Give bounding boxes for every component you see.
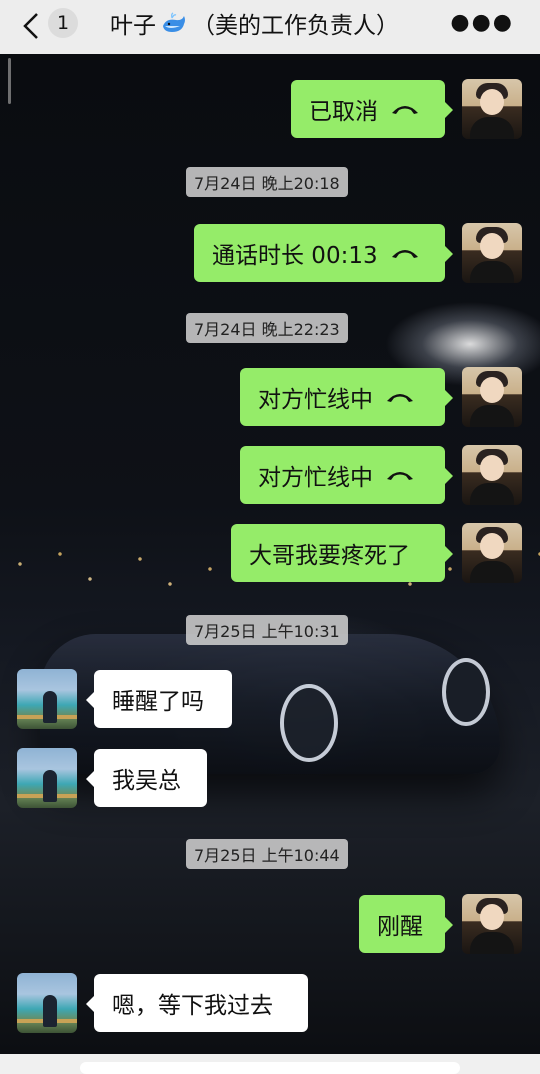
phone-hangup-icon (391, 250, 418, 258)
message-text: 嗯，等下我过去 (112, 993, 273, 1019)
avatar-self[interactable] (462, 367, 522, 427)
message-bubble-contact[interactable]: 睡醒了吗 (86, 670, 232, 728)
message-bubble-contact[interactable]: 我吴总 (86, 749, 207, 807)
message-text: 对方忙线中 (258, 387, 373, 413)
message-text: 通话时长 00:13 (212, 243, 378, 269)
phone-hangup-icon (387, 472, 413, 480)
message-text: 大哥我要疼死了 (249, 543, 410, 569)
ellipsis-icon[interactable]: ●●● (450, 10, 514, 35)
message-text: 已取消 (309, 99, 378, 125)
message-bubble-self[interactable]: 已取消 (291, 80, 453, 138)
chat-title: 叶子 （美的工作负责人） (110, 6, 399, 40)
avatar-self[interactable] (462, 79, 522, 139)
input-bar (0, 1054, 540, 1074)
timestamp-label: 7月24日 晚上22:23 (186, 313, 348, 343)
avatar-self[interactable] (462, 445, 522, 505)
unread-count-badge[interactable]: 1 (48, 8, 78, 38)
contact-note: （美的工作负责人） (192, 13, 399, 39)
scrollbar[interactable] (8, 58, 11, 104)
timestamp-label: 7月25日 上午10:31 (186, 615, 348, 645)
whale-icon (163, 12, 185, 32)
car-wheel (280, 684, 338, 762)
message-text: 我吴总 (112, 768, 181, 794)
timestamp-label: 7月24日 晚上20:18 (186, 167, 348, 197)
phone-hangup-icon (387, 394, 413, 402)
avatar-self[interactable] (462, 894, 522, 954)
phone-hangup-icon (392, 106, 418, 114)
chat-header: 1 叶子 （美的工作负责人） ●●● (0, 0, 540, 54)
message-bubble-self[interactable]: 大哥我要疼死了 (231, 524, 453, 582)
avatar-contact[interactable] (17, 748, 77, 808)
timestamp-label: 7月25日 上午10:44 (186, 839, 348, 869)
chevron-left-icon[interactable] (16, 8, 46, 44)
avatar-self[interactable] (462, 223, 522, 283)
message-bubble-self[interactable]: 对方忙线中 (240, 368, 453, 426)
avatar-contact[interactable] (17, 669, 77, 729)
message-bubble-self[interactable]: 通话时长 00:13 (194, 224, 453, 282)
message-bubble-self[interactable]: 刚醒 (359, 895, 453, 953)
message-text: 对方忙线中 (258, 465, 373, 491)
message-text: 刚醒 (377, 914, 423, 940)
message-bubble-contact[interactable]: 嗯，等下我过去 (86, 974, 308, 1032)
message-input[interactable] (80, 1062, 460, 1074)
contact-name: 叶子 (110, 13, 156, 39)
message-text: 睡醒了吗 (112, 689, 204, 715)
avatar-self[interactable] (462, 523, 522, 583)
car-wheel (442, 658, 490, 726)
avatar-contact[interactable] (17, 973, 77, 1033)
message-bubble-self[interactable]: 对方忙线中 (240, 446, 453, 504)
